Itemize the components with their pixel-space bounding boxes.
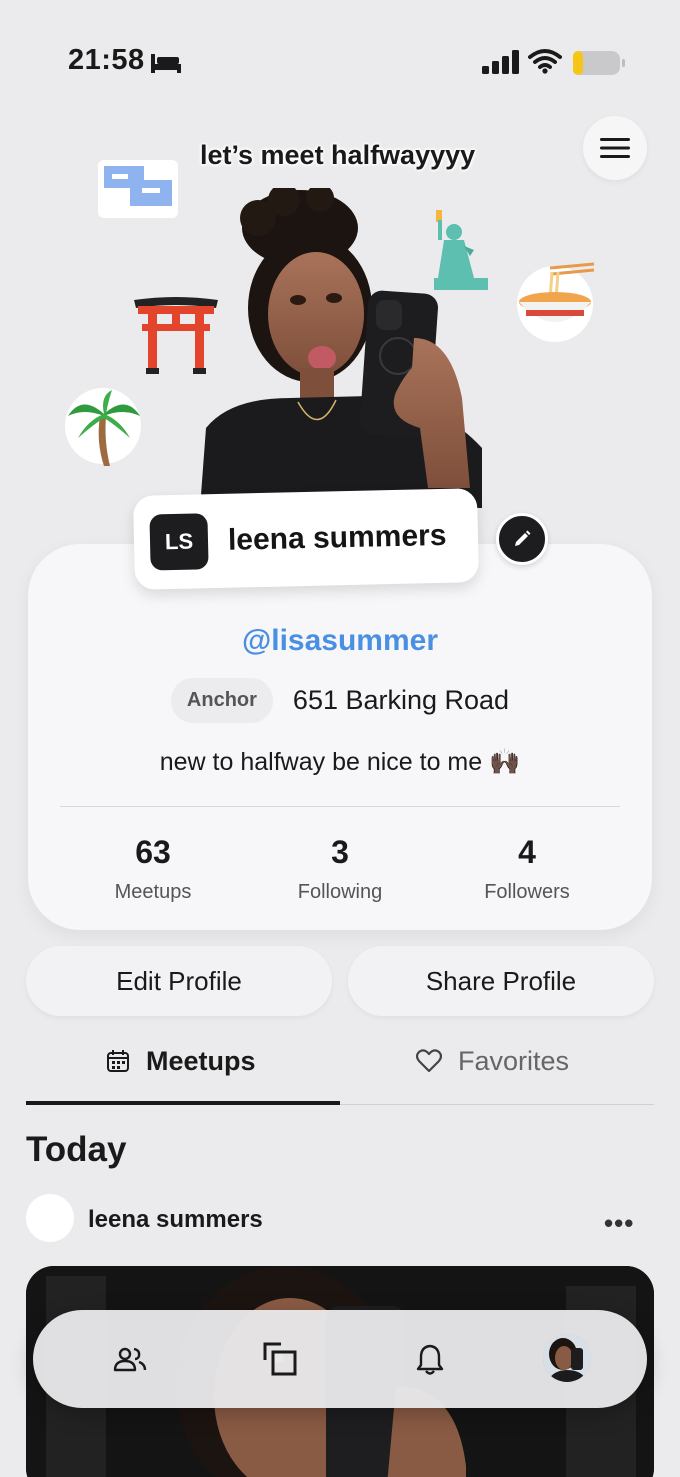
section-title: Today — [26, 1130, 127, 1169]
tab-meetups[interactable]: Meetups — [106, 1036, 256, 1086]
profile-name-pill: LS leena summers — [132, 488, 480, 590]
stat-meetups[interactable]: 63 Meetups — [63, 834, 243, 904]
stats-divider — [60, 806, 620, 807]
stat-value: 4 — [518, 834, 536, 870]
status-bar: 21:58 — [0, 0, 680, 120]
bed-icon — [151, 54, 181, 73]
initials-avatar: LS — [149, 513, 209, 571]
share-profile-button[interactable]: Share Profile — [348, 946, 654, 1016]
menu-button[interactable] — [583, 116, 647, 180]
profile-bio: new to halfway be nice to me 🙌🏿 — [159, 748, 521, 776]
flags-icon — [98, 160, 178, 218]
anchor-address: 651 Barking Road — [292, 685, 510, 715]
stat-following[interactable]: 3 Following — [250, 834, 430, 904]
nav-friends[interactable] — [105, 1334, 155, 1384]
profile-hero-photo — [200, 188, 482, 508]
wifi-icon — [528, 49, 562, 74]
friends-icon — [113, 1347, 147, 1372]
palm-tree-icon — [65, 388, 141, 466]
display-name: leena summers — [227, 518, 447, 557]
pencil-icon — [515, 530, 531, 546]
tab-divider — [340, 1104, 654, 1105]
meetup-icon — [263, 1342, 297, 1376]
edit-profile-button[interactable]: Edit Profile — [26, 946, 332, 1016]
stat-followers[interactable]: 4 Followers — [437, 834, 617, 904]
anchor-row: Anchor 651 Barking Road — [0, 678, 680, 723]
profile-tagline: let’s meet halfwayyyy — [200, 140, 476, 170]
nav-profile[interactable] — [543, 1334, 591, 1382]
tab-meetups-label: Meetups — [146, 1045, 256, 1076]
heart-icon — [416, 1049, 442, 1073]
battery-icon — [573, 51, 625, 75]
ramen-bowl-icon — [517, 262, 595, 342]
more-options-button[interactable]: ••• — [604, 1208, 634, 1239]
stat-label: Following — [297, 881, 383, 903]
post-author[interactable]: leena summers — [88, 1206, 263, 1234]
stat-value: 63 — [135, 834, 171, 870]
anchor-chip: Anchor — [170, 678, 273, 723]
edit-photo-button[interactable] — [496, 513, 548, 565]
profile-avatar — [543, 1334, 591, 1382]
stat-label: Followers — [484, 881, 570, 903]
tab-favorites[interactable]: Favorites — [416, 1036, 569, 1086]
nav-meetup[interactable] — [255, 1334, 305, 1384]
active-tab-indicator — [26, 1101, 340, 1105]
stat-label: Meetups — [114, 881, 192, 903]
hamburger-icon — [600, 138, 630, 158]
calendar-icon — [107, 1050, 129, 1072]
nav-notifications[interactable] — [405, 1334, 455, 1384]
bell-icon — [416, 1344, 444, 1375]
tab-favorites-label: Favorites — [458, 1045, 570, 1076]
bottom-nav — [33, 1310, 647, 1408]
post-avatar[interactable] — [26, 1194, 74, 1242]
signal-icon — [482, 50, 519, 74]
status-time: 21:58 — [68, 44, 145, 76]
stat-value: 3 — [331, 834, 349, 870]
profile-handle[interactable]: @lisasummer — [0, 624, 680, 658]
